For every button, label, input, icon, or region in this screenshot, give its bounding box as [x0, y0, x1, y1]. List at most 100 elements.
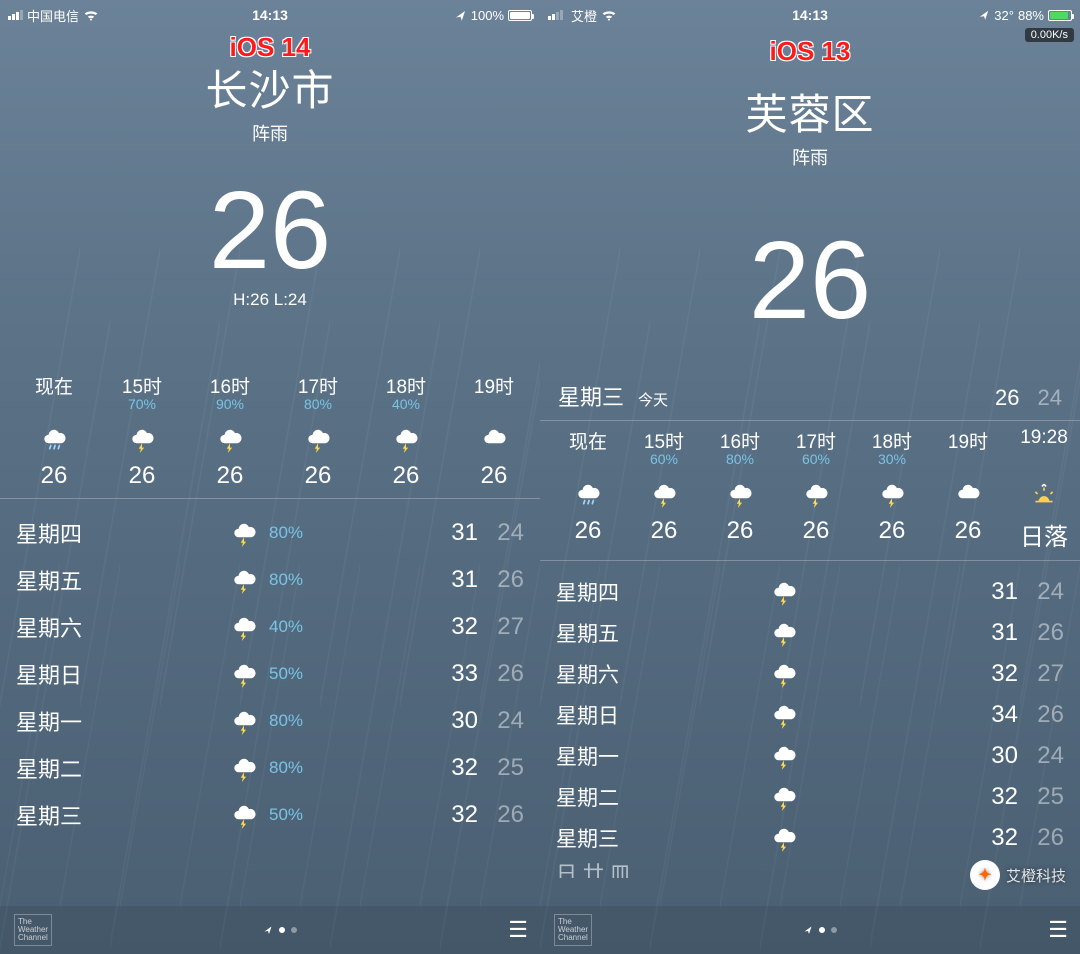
- network-speed: 0.00K/s: [1025, 28, 1074, 42]
- weather-icon: [1029, 475, 1059, 513]
- hour-temp: 日落: [1020, 517, 1068, 552]
- weather-icon: [769, 578, 809, 606]
- day-low: 24: [1018, 742, 1064, 770]
- day-row: 星期五 80% 31 26: [16, 556, 524, 603]
- list-button[interactable]: ☰: [508, 917, 526, 943]
- day-name: 星期日: [16, 658, 136, 690]
- hour-cell: 现在 26: [550, 427, 626, 552]
- hour-temp: 26: [803, 517, 830, 545]
- day-low: 25: [1018, 783, 1064, 811]
- phone-ios13: 艾橙 14:13 32° 88% 0.00K/s iOS 13 芙蓉区 阵雨 2…: [540, 0, 1080, 954]
- hour-temp: 26: [217, 462, 244, 490]
- day-row: 星期四 31 24: [556, 571, 1064, 612]
- hour-time: 18时: [386, 372, 426, 396]
- hourly-forecast[interactable]: 现在 26 15时 70% 26 16时 90% 26 17时 80% 26 1…: [0, 372, 540, 490]
- hour-cell: 17时 60% 26: [778, 427, 854, 552]
- day-low: 24: [1018, 578, 1064, 606]
- day-precip: 80%: [269, 711, 329, 731]
- hour-temp: 26: [305, 462, 332, 490]
- hour-temp: 26: [955, 517, 982, 545]
- day-row: 星期一 30 24: [556, 735, 1064, 776]
- hour-cell: 19时 26: [930, 427, 1006, 552]
- battery-icon: [1048, 10, 1072, 21]
- phone-ios14: 中国电信 14:13 100% iOS 14 长沙市 阵雨 26 H:26 L:…: [0, 0, 540, 954]
- weather-icon: [801, 475, 831, 513]
- status-bar: 艾橙 14:13 32° 88%: [540, 0, 1080, 28]
- weather-icon: [229, 660, 269, 688]
- daily-forecast[interactable]: 星期四 80% 31 24 星期五 80% 31 26 星期六 40% 32 2…: [0, 505, 540, 838]
- day-high: 31: [422, 519, 478, 547]
- hour-temp: 26: [129, 462, 156, 490]
- hour-temp: 26: [727, 517, 754, 545]
- day-high: 32: [422, 801, 478, 829]
- hour-precip: 60%: [650, 451, 678, 469]
- weather-icon: [953, 475, 983, 513]
- today-day: 星期三: [558, 380, 624, 412]
- day-row: 星期日 50% 33 26: [16, 650, 524, 697]
- watermark: ✦ 艾橙科技: [970, 860, 1066, 890]
- location-icon: [978, 9, 990, 21]
- wifi-icon: [601, 8, 617, 22]
- weather-channel-logo[interactable]: The Weather Channel: [554, 914, 592, 946]
- watermark-text: 艾橙科技: [1006, 865, 1066, 886]
- current-temp: 26: [540, 226, 1080, 336]
- day-high: 31: [422, 566, 478, 594]
- day-high: 34: [962, 701, 1018, 729]
- day-name: 星期一: [16, 705, 136, 737]
- hour-cell: 16时 90% 26: [186, 372, 274, 490]
- day-high: 31: [962, 619, 1018, 647]
- condition-label: 阵雨: [0, 120, 540, 146]
- day-row: 星期日 34 26: [556, 694, 1064, 735]
- bottom-bar: The Weather Channel ☰: [0, 906, 540, 954]
- day-row: 星期三 50% 32 26: [16, 791, 524, 838]
- divider: [540, 420, 1080, 421]
- weather-icon: [229, 566, 269, 594]
- battery-pct: 88%: [1018, 8, 1044, 23]
- status-bar: 中国电信 14:13 100%: [0, 0, 540, 28]
- weather-icon: [127, 420, 157, 458]
- location-icon: [263, 925, 273, 935]
- weather-icon: [769, 619, 809, 647]
- hour-time: 17时: [298, 372, 338, 396]
- battery-icon: [508, 10, 532, 21]
- day-name: 星期二: [16, 752, 136, 784]
- hour-precip: 60%: [802, 451, 830, 469]
- day-name: 星期四: [16, 517, 136, 549]
- day-row: 星期四 80% 31 24: [16, 509, 524, 556]
- hour-precip: 70%: [128, 396, 156, 414]
- day-low: 26: [1018, 824, 1064, 852]
- day-high: 33: [422, 660, 478, 688]
- weather-icon: [769, 783, 809, 811]
- hour-time: 15时: [644, 427, 684, 451]
- weather-icon: [303, 420, 333, 458]
- day-low: 26: [478, 566, 524, 594]
- day-precip: 80%: [269, 570, 329, 590]
- carrier-label: 中国电信: [27, 6, 79, 25]
- day-name: 星期五: [16, 564, 136, 596]
- carrier-label: 艾橙: [571, 6, 597, 25]
- current-temp: 26: [0, 176, 540, 286]
- day-precip: 40%: [269, 617, 329, 637]
- list-button[interactable]: ☰: [1048, 917, 1066, 943]
- page-dots[interactable]: [263, 925, 297, 935]
- day-high: 30: [422, 707, 478, 735]
- weather-channel-logo[interactable]: The Weather Channel: [14, 914, 52, 946]
- daily-forecast[interactable]: 星期四 31 24 星期五 31 26 星期六 32 27 星期: [540, 567, 1080, 858]
- day-high: 30: [962, 742, 1018, 770]
- day-row: 星期一 80% 30 24: [16, 697, 524, 744]
- day-low: 26: [478, 660, 524, 688]
- weather-icon: [573, 475, 603, 513]
- city-name: 芙蓉区: [540, 81, 1080, 142]
- day-name: 星期三: [16, 799, 136, 831]
- hour-cell: 15时 70% 26: [98, 372, 186, 490]
- page-dots[interactable]: [803, 925, 837, 935]
- hour-temp: 26: [481, 462, 508, 490]
- hour-temp: 26: [41, 462, 68, 490]
- day-precip: 50%: [269, 664, 329, 684]
- day-low: 24: [478, 707, 524, 735]
- location-icon: [454, 9, 467, 22]
- clock: 14:13: [252, 7, 288, 23]
- hour-cell: 现在 26: [10, 372, 98, 490]
- hourly-forecast[interactable]: 现在 26 15时 60% 26 16时 80% 26 17时 60% 26 1…: [540, 427, 1080, 552]
- day-high: 31: [962, 578, 1018, 606]
